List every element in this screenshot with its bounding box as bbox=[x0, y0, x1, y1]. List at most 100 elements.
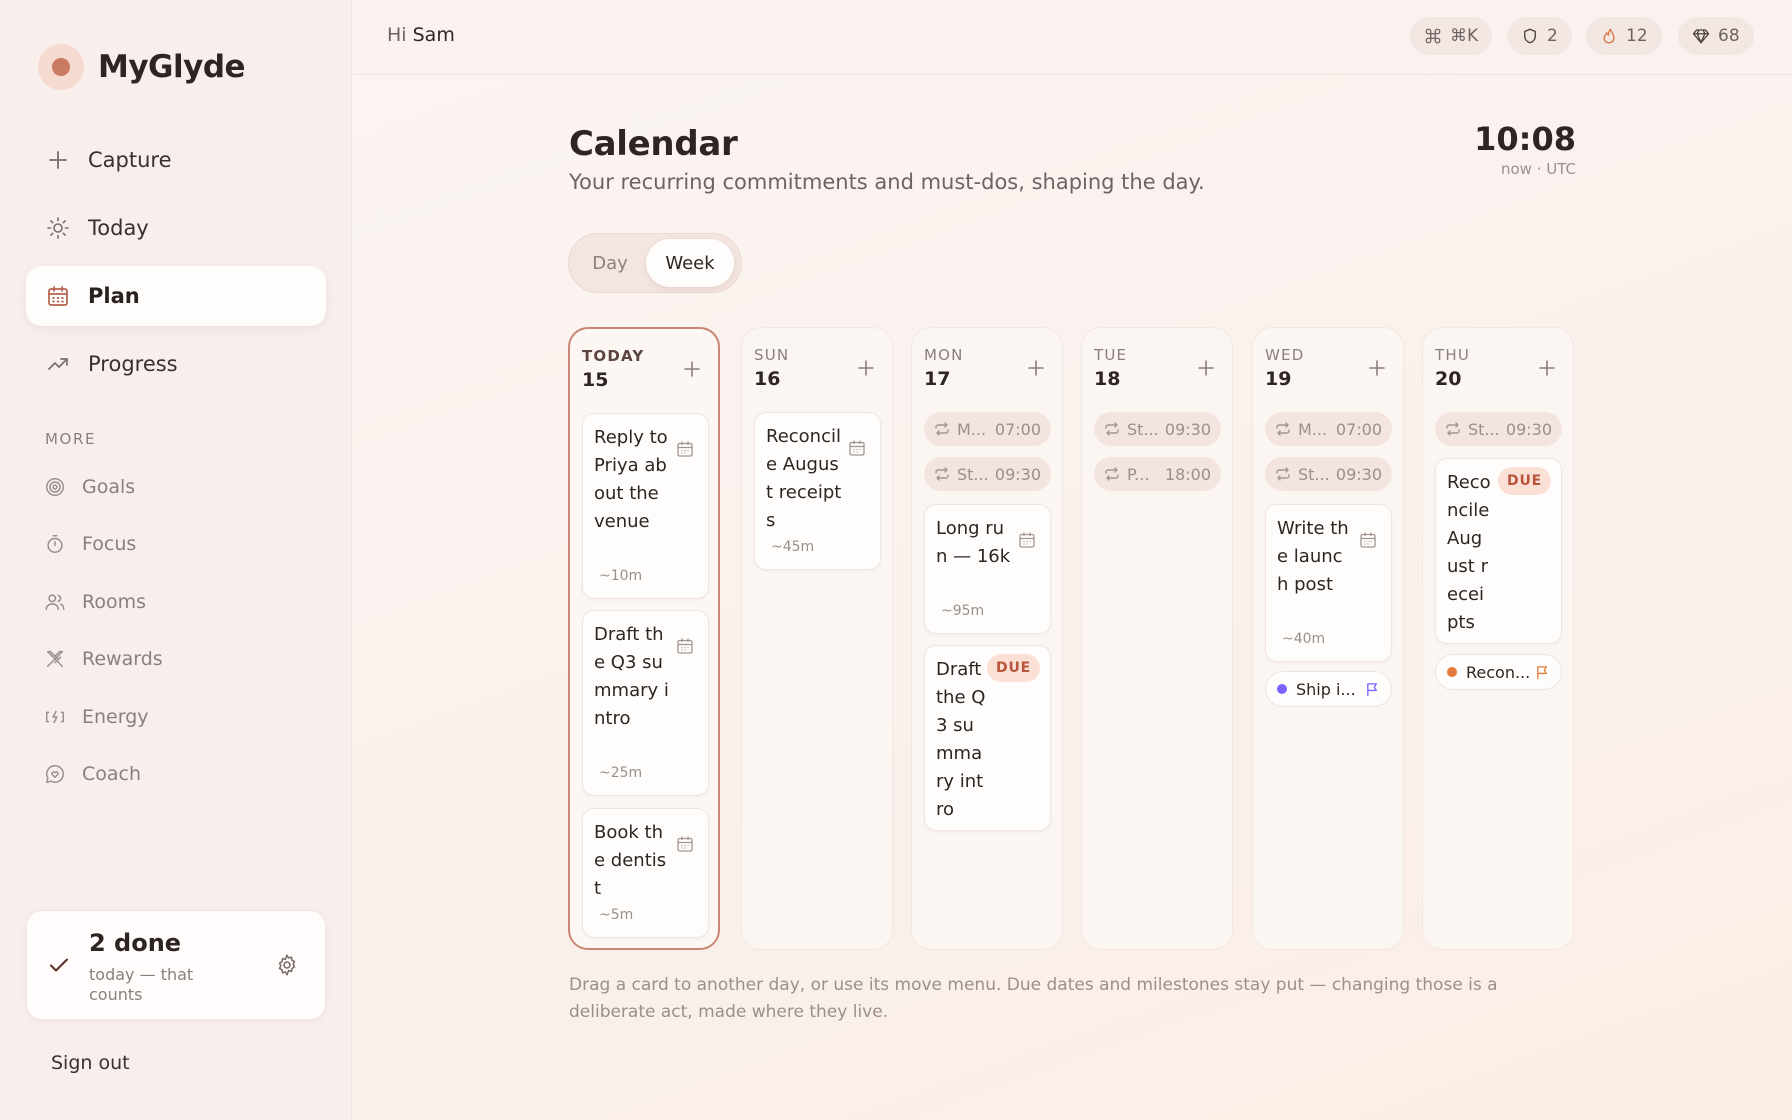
streak-badge[interactable]: 12 bbox=[1586, 17, 1662, 55]
nav-item-plan[interactable]: Plan bbox=[26, 266, 326, 326]
milestone-label: Ship i... bbox=[1296, 679, 1356, 699]
day-column-wed: WED 19 M... 07:00 St... 09:30 Write the … bbox=[1252, 327, 1404, 950]
gear-icon[interactable] bbox=[275, 953, 299, 977]
nav-item-progress[interactable]: Progress bbox=[26, 334, 326, 394]
nav-item-label: Coach bbox=[82, 763, 142, 786]
gems-badge[interactable]: 68 bbox=[1678, 17, 1754, 55]
nav-item-coach[interactable]: Coach bbox=[44, 746, 324, 804]
add-task-icon[interactable] bbox=[1196, 358, 1216, 378]
footnote: Drag a card to another day, or use its m… bbox=[569, 975, 1498, 1022]
calendar-icon[interactable] bbox=[1359, 531, 1377, 549]
day-date: 20 bbox=[1435, 368, 1462, 390]
command-palette-button[interactable]: ⌘K bbox=[1410, 17, 1493, 55]
day-column-mon: MON 17 M... 07:00 St... 09:30 Long run —… bbox=[911, 327, 1063, 950]
battery-icon bbox=[46, 710, 64, 723]
repeat-icon bbox=[935, 422, 949, 436]
flag-icon bbox=[1537, 665, 1547, 679]
calendar-icon[interactable] bbox=[1018, 531, 1036, 549]
milestone-chip[interactable]: Ship i... bbox=[1265, 671, 1392, 707]
recurring-item[interactable]: St... 09:30 bbox=[1094, 412, 1221, 446]
add-task-icon[interactable] bbox=[1537, 358, 1557, 378]
task-card[interactable]: Write the launch post ~40m bbox=[1265, 504, 1392, 662]
top-bar: Hi Sam ⌘K 2 12 68 bbox=[353, 0, 1792, 75]
repeat-icon bbox=[1276, 467, 1290, 481]
sign-out-link[interactable]: Sign out bbox=[51, 1052, 130, 1074]
day-of-week: SUN bbox=[754, 346, 790, 364]
calendar-icon bbox=[48, 286, 68, 306]
task-card[interactable]: Long run — 16k ~95m bbox=[924, 504, 1051, 634]
nav-item-goals[interactable]: Goals bbox=[44, 458, 324, 516]
nav-item-label: Capture bbox=[88, 148, 172, 172]
add-task-icon[interactable] bbox=[682, 359, 702, 379]
task-card[interactable]: Book the dentist ~5m bbox=[582, 808, 709, 938]
recurring-label: M... bbox=[957, 419, 987, 439]
task-title: Write the launch post bbox=[1277, 518, 1349, 595]
recurring-label: St... bbox=[1468, 419, 1500, 439]
brand[interactable]: MyGlyde bbox=[38, 44, 246, 90]
shield-icon bbox=[1524, 28, 1536, 44]
task-title: Long run — 16k bbox=[936, 518, 1011, 567]
day-column-thu: THU 20 St... 09:30 Reconcile August rece… bbox=[1422, 327, 1574, 950]
nav-item-focus[interactable]: Focus bbox=[44, 516, 324, 574]
milestone-chip[interactable]: Recon... bbox=[1435, 654, 1562, 690]
flag-icon bbox=[1367, 682, 1377, 696]
nav-item-capture[interactable]: Capture bbox=[26, 130, 326, 190]
nav-item-label: Energy bbox=[82, 705, 149, 728]
nav-item-label: Goals bbox=[82, 475, 136, 498]
day-date: 15 bbox=[582, 369, 609, 391]
repeat-icon bbox=[1276, 422, 1290, 436]
main-nav: Capture Today Plan Progress bbox=[26, 130, 326, 402]
recurring-item[interactable]: M... 07:00 bbox=[924, 412, 1051, 446]
day-column-tue: TUE 18 St... 09:30 P... 18:00 bbox=[1081, 327, 1233, 950]
recurring-label: M... bbox=[1298, 419, 1328, 439]
recurring-item[interactable]: M... 07:00 bbox=[1265, 412, 1392, 446]
view-day-button[interactable]: Day bbox=[574, 239, 646, 287]
add-task-icon[interactable] bbox=[1026, 358, 1046, 378]
day-column-today: TODAY 15 Reply to Priya about the venue … bbox=[568, 327, 720, 950]
recurring-time: 09:30 bbox=[1335, 464, 1382, 484]
add-task-icon[interactable] bbox=[856, 358, 876, 378]
nav-item-label: Focus bbox=[82, 533, 137, 556]
recurring-time: 09:30 bbox=[994, 464, 1041, 484]
page-subtitle: Your recurring commitments and must-dos,… bbox=[569, 170, 1205, 194]
recurring-item[interactable]: P... 18:00 bbox=[1094, 457, 1221, 491]
recurring-time: 09:30 bbox=[1164, 419, 1211, 439]
task-title: Draft the Q3 summary intro bbox=[936, 659, 986, 820]
recurring-item[interactable]: St... 09:30 bbox=[1435, 412, 1562, 446]
task-estimate: ~10m bbox=[599, 568, 643, 584]
nav-item-rewards[interactable]: Rewards bbox=[44, 631, 324, 689]
recurring-item[interactable]: St... 09:30 bbox=[924, 457, 1051, 491]
nav-item-today[interactable]: Today bbox=[26, 198, 326, 258]
recurring-time: 09:30 bbox=[1505, 419, 1552, 439]
calendar-icon[interactable] bbox=[676, 637, 694, 655]
task-estimate: ~5m bbox=[599, 907, 634, 923]
task-title: Draft the Q3 summary intro bbox=[594, 624, 669, 729]
calendar-icon[interactable] bbox=[848, 439, 866, 457]
calendar-icon[interactable] bbox=[676, 835, 694, 853]
task-card[interactable]: Reconcile August receipts ~45m bbox=[754, 412, 881, 570]
recurring-item[interactable]: St... 09:30 bbox=[1265, 457, 1392, 491]
nav-item-label: Today bbox=[88, 216, 149, 240]
view-week-button[interactable]: Week bbox=[646, 239, 734, 287]
task-card[interactable]: Reply to Priya about the venue ~10m bbox=[582, 413, 709, 599]
page-title: Calendar bbox=[569, 124, 738, 164]
done-count: 2 done bbox=[89, 929, 182, 957]
more-nav: Goals Focus Rooms Rewards Energy Coach bbox=[44, 458, 324, 803]
shields-badge[interactable]: 2 bbox=[1507, 17, 1572, 55]
flame-icon bbox=[1603, 28, 1615, 44]
repeat-icon bbox=[1105, 467, 1119, 481]
task-card[interactable]: Draft the Q3 summary intro ~25m bbox=[582, 610, 709, 796]
nav-item-rooms[interactable]: Rooms bbox=[44, 573, 324, 631]
sidebar: MyGlyde Capture Today Plan Progress MORE… bbox=[0, 0, 352, 1120]
nav-item-label: Progress bbox=[88, 352, 178, 376]
day-of-week: THU bbox=[1435, 346, 1471, 364]
milestone-dot bbox=[1447, 667, 1457, 677]
task-card-due[interactable]: Reconcile August receipts DUE bbox=[1435, 458, 1562, 644]
recurring-time: 18:00 bbox=[1164, 464, 1211, 484]
nav-item-energy[interactable]: Energy bbox=[44, 688, 324, 746]
day-date: 19 bbox=[1265, 368, 1292, 390]
calendar-icon[interactable] bbox=[676, 440, 694, 458]
add-task-icon[interactable] bbox=[1367, 358, 1387, 378]
task-card-due[interactable]: Draft the Q3 summary intro DUE bbox=[924, 645, 1051, 831]
task-title: Reconcile August receipts bbox=[1447, 472, 1491, 633]
